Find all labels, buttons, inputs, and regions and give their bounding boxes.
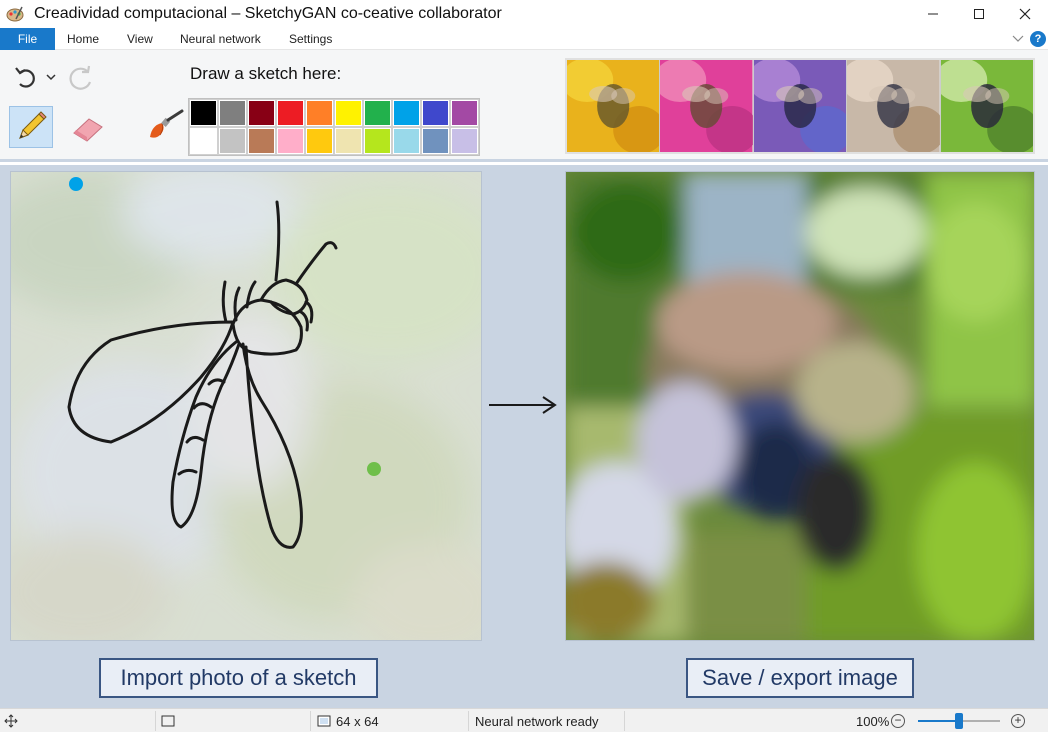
color-swatch[interactable] xyxy=(334,127,363,155)
eraser-tool-button[interactable] xyxy=(70,110,106,146)
maximize-icon xyxy=(974,9,984,19)
eraser-icon xyxy=(73,118,103,142)
window-title: Creadividad computacional – SketchyGAN c… xyxy=(34,5,502,22)
canvas-size-icon xyxy=(316,709,332,732)
color-swatch[interactable] xyxy=(276,127,305,155)
status-divider xyxy=(624,711,625,731)
toolbar: Draw a sketch here: xyxy=(0,50,1048,162)
zoom-out-button[interactable]: − xyxy=(891,709,905,732)
plus-icon: + xyxy=(1011,714,1025,728)
generated-bee-image xyxy=(566,172,1034,640)
menu-view[interactable]: View xyxy=(127,28,153,50)
canvas-size-label: 64 x 64 xyxy=(336,713,379,729)
minus-icon: − xyxy=(891,714,905,728)
color-swatch[interactable] xyxy=(363,127,392,155)
color-swatch[interactable] xyxy=(305,99,334,127)
undo-history-dropdown[interactable] xyxy=(44,70,58,84)
app-paint-icon xyxy=(6,6,24,22)
help-button[interactable]: ? xyxy=(1030,31,1046,47)
color-palette xyxy=(188,98,480,156)
menu-home[interactable]: Home xyxy=(67,28,99,50)
redo-button[interactable] xyxy=(66,62,98,94)
color-swatch[interactable] xyxy=(247,99,276,127)
color-swatch[interactable] xyxy=(450,99,479,127)
import-sketch-button[interactable]: Import photo of a sketch xyxy=(99,658,378,698)
generated-thumbnail[interactable] xyxy=(567,60,661,152)
zoom-in-button[interactable]: + xyxy=(1011,709,1025,732)
chevron-down-icon xyxy=(46,73,56,80)
status-divider xyxy=(155,711,156,731)
close-icon xyxy=(1019,8,1031,20)
save-export-button[interactable]: Save / export image xyxy=(686,658,914,698)
undo-icon xyxy=(15,67,35,88)
color-swatch[interactable] xyxy=(392,99,421,127)
color-swatch[interactable] xyxy=(450,127,479,155)
generated-thumbnail[interactable] xyxy=(753,60,848,152)
color-swatch[interactable] xyxy=(421,99,450,127)
color-swatch[interactable] xyxy=(392,127,421,155)
sketch-canvas-drawing[interactable] xyxy=(11,172,482,641)
generated-thumbnail[interactable] xyxy=(847,60,941,152)
pencil-tool-button[interactable] xyxy=(9,106,53,148)
menu-settings[interactable]: Settings xyxy=(289,28,332,50)
zoom-slider-fill xyxy=(918,720,959,722)
selection-icon xyxy=(160,709,176,732)
color-swatch[interactable] xyxy=(218,127,247,155)
generated-thumbnails-strip xyxy=(565,58,1035,154)
zoom-slider-thumb[interactable] xyxy=(955,713,963,729)
network-status-label: Neural network ready xyxy=(475,713,599,729)
color-swatch[interactable] xyxy=(218,99,247,127)
color-swatch[interactable] xyxy=(247,127,276,155)
brush-tool-button[interactable] xyxy=(144,106,188,148)
close-button[interactable] xyxy=(1002,0,1048,28)
color-swatch[interactable] xyxy=(421,127,450,155)
sketch-canvas[interactable] xyxy=(10,171,482,641)
draw-sketch-label: Draw a sketch here: xyxy=(190,64,342,83)
generated-image-canvas xyxy=(565,171,1035,641)
pencil-icon xyxy=(19,111,47,139)
status-divider xyxy=(310,711,311,731)
color-swatch[interactable] xyxy=(189,127,218,155)
chevron-down-icon xyxy=(1012,35,1024,42)
help-icon: ? xyxy=(1030,31,1046,47)
collapse-ribbon-button[interactable] xyxy=(1010,31,1026,47)
move-icon xyxy=(4,709,18,732)
maximize-button[interactable] xyxy=(956,0,1002,28)
main-workspace: Import photo of a sketch Save / export i… xyxy=(0,165,1048,708)
generated-thumbnail[interactable] xyxy=(660,60,754,152)
undo-button[interactable] xyxy=(12,62,40,92)
menu-bar: File Home View Neural network Settings ? xyxy=(0,28,1048,50)
status-bar: 64 x 64 Neural network ready 100% − + xyxy=(0,708,1048,732)
generated-thumbnail[interactable] xyxy=(940,60,1034,152)
title-bar: Creadividad computacional – SketchyGAN c… xyxy=(0,0,1048,28)
minimize-button[interactable] xyxy=(910,0,956,28)
color-swatch[interactable] xyxy=(305,127,334,155)
redo-icon xyxy=(69,65,92,90)
color-swatch[interactable] xyxy=(189,99,218,127)
transform-arrow-icon xyxy=(487,393,559,422)
color-swatch[interactable] xyxy=(363,99,392,127)
paintbrush-icon xyxy=(150,109,184,138)
minimize-icon xyxy=(928,13,938,15)
menu-neural-network[interactable]: Neural network xyxy=(180,28,261,50)
menu-file[interactable]: File xyxy=(0,28,55,50)
color-swatch[interactable] xyxy=(276,99,305,127)
status-divider xyxy=(468,711,469,731)
color-swatch[interactable] xyxy=(334,99,363,127)
zoom-slider[interactable] xyxy=(918,713,1000,729)
zoom-percent-label: 100% xyxy=(856,713,890,729)
